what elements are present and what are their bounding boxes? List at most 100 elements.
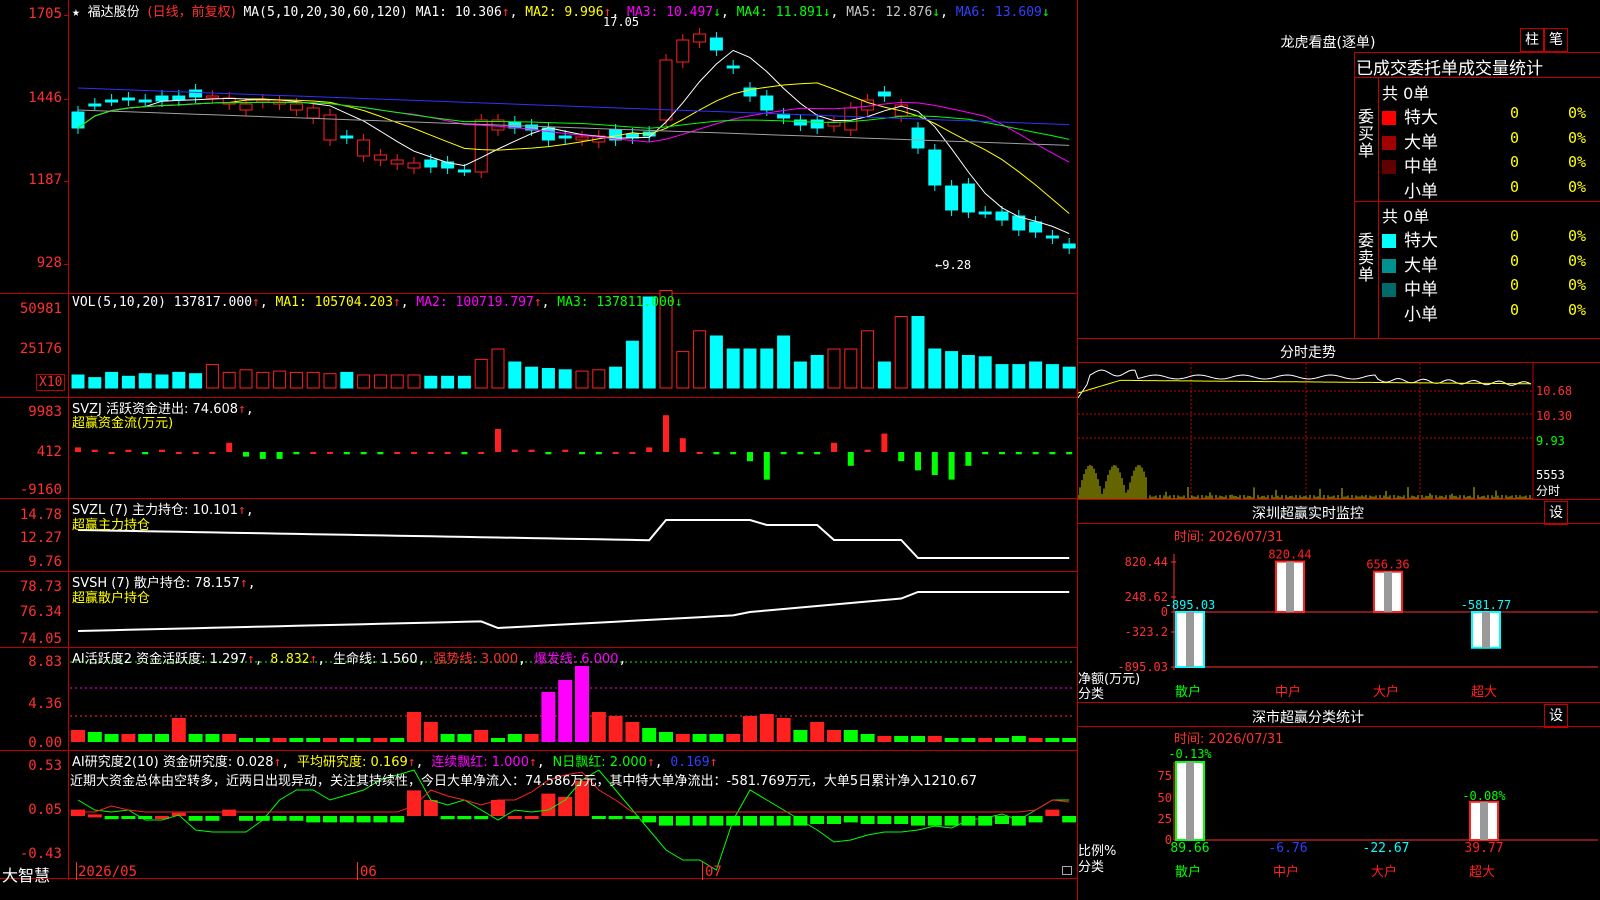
flow-bar <box>982 452 989 455</box>
stats-top-label: -0.08% <box>1462 789 1506 803</box>
flow-bar <box>495 429 501 452</box>
research-bar <box>507 816 522 819</box>
activity-bar <box>709 734 724 742</box>
order-stats-title: 已成交委托单成交量统计 <box>1356 59 1543 79</box>
ai-research-header: AI研究度2(10) 资金研究度: 0.028↑, 平均研究度: 0.169↑,… <box>72 755 718 770</box>
flow-bar <box>276 452 283 459</box>
candle-body <box>541 127 555 141</box>
activity-bar <box>474 730 489 742</box>
volume-bar <box>457 375 471 389</box>
flow-bar <box>915 452 921 471</box>
flow-bar <box>579 452 585 455</box>
volume-bar <box>894 316 908 389</box>
activity-bar <box>692 734 707 742</box>
volume-bar <box>877 361 891 389</box>
candle-body <box>558 135 572 139</box>
activity-bar <box>390 738 405 742</box>
volume-bar <box>726 348 740 389</box>
stats-chart[interactable]: 7550250-0.13%-0.08%89.66 -6.76 -22.67 39.77… <box>1078 744 1600 900</box>
volume-bar <box>978 356 992 389</box>
flow-bar <box>343 452 350 455</box>
research-bar <box>272 816 287 821</box>
intraday-tab[interactable]: 分时 <box>1536 482 1560 499</box>
volume-bar <box>793 361 807 389</box>
activity-bar <box>726 734 741 742</box>
candle-body <box>693 33 707 43</box>
volume-bar <box>508 361 522 389</box>
flow-bar <box>226 442 233 452</box>
activity-bar <box>407 712 421 742</box>
research-bar <box>289 816 304 821</box>
volume-bar <box>71 374 85 389</box>
activity-bar <box>239 738 253 742</box>
monitor-bar <box>1175 611 1205 668</box>
flow-bar <box>780 452 787 455</box>
research-bar <box>390 816 405 823</box>
activity-bar <box>944 738 959 742</box>
candle-body <box>172 95 186 101</box>
chart-canvas[interactable] <box>0 0 1078 880</box>
stats-category-label: 超大 <box>1469 865 1495 880</box>
stats-top-label: -0.13% <box>1168 747 1212 761</box>
activity-bar <box>255 738 270 742</box>
candle-body <box>88 103 102 107</box>
research-bar <box>474 816 489 820</box>
activity-bar <box>776 718 791 742</box>
research-bar <box>373 816 388 823</box>
flow-bar <box>142 452 149 455</box>
activity-bar <box>827 730 841 742</box>
bar-mode-button[interactable]: 柱 <box>1520 28 1544 52</box>
volume-unit-button[interactable]: X10 <box>36 374 66 391</box>
research-bar <box>894 816 909 824</box>
sell-row-percent: 0% <box>1568 276 1587 294</box>
research-bar <box>675 816 690 826</box>
right-panel: 龙虎看盘(逐单) 柱 笔 已成交委托单成交量统计 委买单 共 0单 特大 0 0% 大… <box>1078 0 1600 900</box>
monitor-bar-shade <box>1286 561 1294 612</box>
monitor-chart[interactable]: 820.44248.620-323.2-895.03-895.03820.446… <box>1078 540 1600 702</box>
date-label: 07 <box>705 864 722 880</box>
volume-y-label: 50981 <box>19 301 62 317</box>
stats-settings-button[interactable]: 设 <box>1544 704 1568 728</box>
activity-bar <box>306 738 321 742</box>
activity-bar <box>1062 738 1077 742</box>
flow-bar <box>814 452 821 455</box>
candle-body <box>760 95 774 111</box>
activity-bar <box>71 730 85 742</box>
svsh-chart <box>77 591 1070 632</box>
lock-icon[interactable] <box>1062 866 1072 875</box>
buy-row-name: 特大 <box>1404 108 1438 128</box>
activity-bar <box>289 738 304 742</box>
flow-bar <box>1049 452 1056 455</box>
buy-row: 小单 <box>1382 177 1438 202</box>
svzl-line <box>77 519 1070 559</box>
volume-bar <box>273 370 287 389</box>
tick-mode-button[interactable]: 笔 <box>1544 28 1568 52</box>
intraday-chart[interactable] <box>1078 363 1600 499</box>
svzl-sub-title: 超赢主力持仓 <box>72 518 151 533</box>
research-bar <box>339 816 354 823</box>
flow-bar <box>427 452 434 454</box>
research-bar <box>659 816 673 826</box>
stats-bar-shade <box>1480 801 1488 840</box>
monitor-y-label: -323.2 <box>1125 625 1168 639</box>
buy-row-count: 0 <box>1510 104 1520 122</box>
activity-bar <box>843 730 858 742</box>
sell-row-name: 大单 <box>1404 255 1438 276</box>
candle-body <box>928 149 942 186</box>
research-bar <box>491 800 505 816</box>
stats-title: 深市超赢分类统计 <box>1252 710 1364 726</box>
ai-active-chart <box>70 661 1077 742</box>
monitor-bar <box>1373 570 1403 614</box>
chart-area[interactable]: ★ 福达股份 (日线，前复权) MA(5,10,20,30,60,120) MA… <box>0 0 1078 900</box>
flow-bar <box>360 452 367 455</box>
intraday-price-line <box>1078 369 1532 399</box>
volume-y-label: 25176 <box>19 341 62 357</box>
research-bar <box>440 816 455 820</box>
sell-row-name: 中单 <box>1404 280 1438 300</box>
research-bar <box>978 816 993 826</box>
monitor-settings-button[interactable]: 设 <box>1544 501 1568 525</box>
flow-bar <box>478 452 485 454</box>
activity-bar <box>894 736 909 742</box>
volume-bar <box>827 348 841 389</box>
stats-bar-shade <box>1186 762 1194 840</box>
